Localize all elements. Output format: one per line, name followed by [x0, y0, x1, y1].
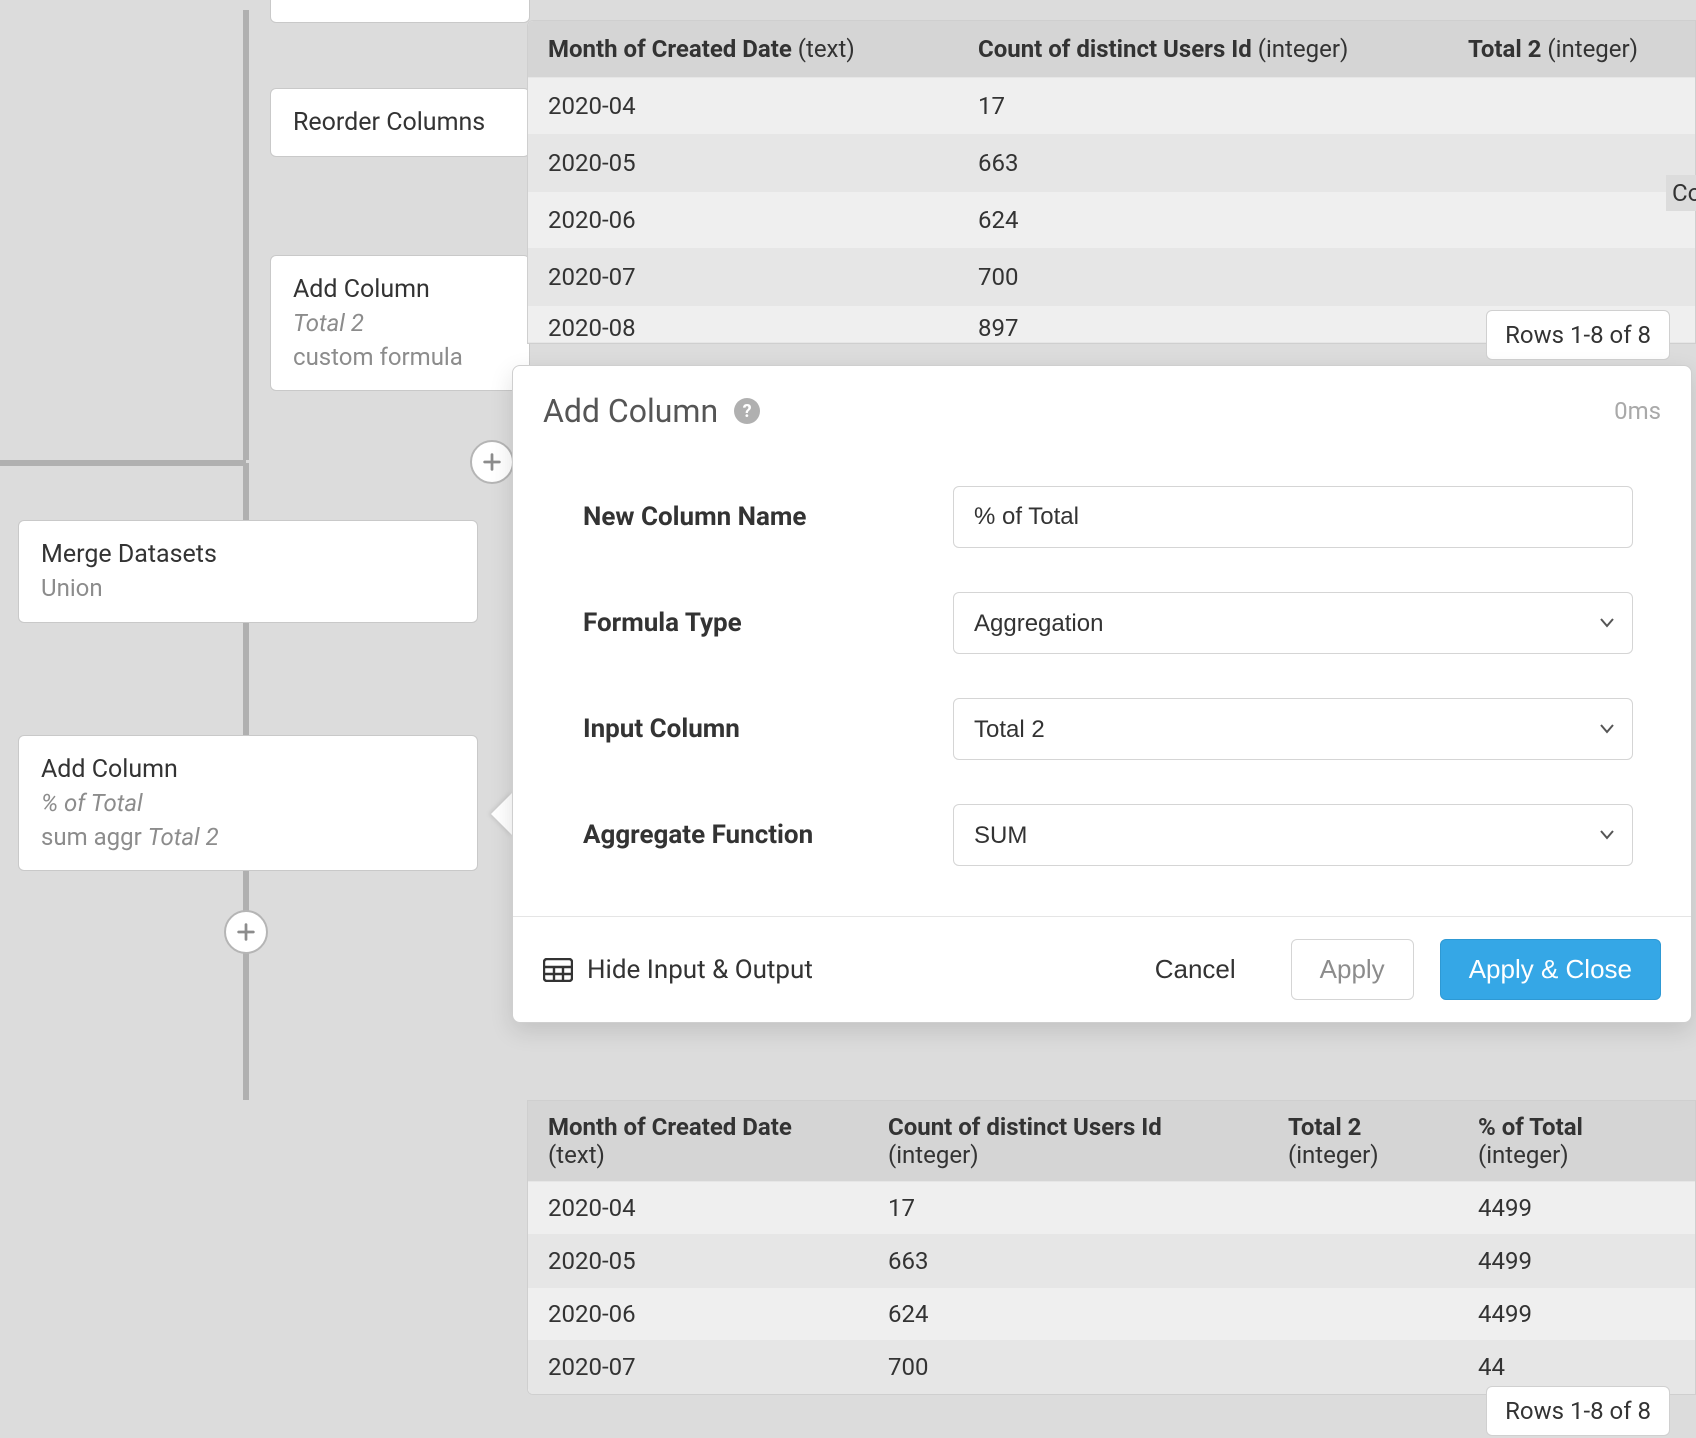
column-header[interactable]: Month of Created Date (text) — [528, 1101, 868, 1182]
label-new-column-name: New Column Name — [583, 502, 953, 532]
add-step-button[interactable] — [470, 440, 514, 484]
column-header[interactable]: % of Total (integer) — [1458, 1101, 1695, 1182]
formula-type-select[interactable]: Aggregation — [953, 592, 1633, 654]
aggregate-function-select[interactable]: SUM — [953, 804, 1633, 866]
cancel-button[interactable]: Cancel — [1126, 939, 1265, 1000]
apply-button[interactable]: Apply — [1291, 939, 1414, 1000]
node-subtitle: Total 2 — [293, 307, 507, 341]
input-column-select[interactable]: Total 2 — [953, 698, 1633, 760]
rows-count-badge: Rows 1-8 of 8 — [1486, 310, 1670, 360]
node-add-column-total2[interactable]: Add Column Total 2 custom formula — [270, 255, 530, 391]
label-formula-type: Formula Type — [583, 608, 953, 638]
panel-title: Add Column — [543, 392, 718, 430]
node-subtitle2: sum aggr Total 2 — [41, 821, 455, 855]
apply-close-button[interactable]: Apply & Close — [1440, 939, 1661, 1000]
node-partial-top[interactable] — [270, 0, 530, 23]
column-header[interactable]: Total 2 (integer) — [1268, 1101, 1458, 1182]
node-title: Add Column — [41, 752, 455, 787]
table-row: 2020-05 663 4499 — [528, 1235, 1695, 1288]
label-input-column: Input Column — [583, 714, 953, 744]
node-merge-datasets[interactable]: Merge Datasets Union — [18, 520, 478, 623]
table-row: 2020-06 624 4499 — [528, 1288, 1695, 1341]
add-column-panel: Add Column ? 0ms New Column Name Formula… — [512, 365, 1692, 1023]
output-preview-table: Month of Created Date (text) Count of di… — [527, 1100, 1696, 1395]
node-reorder-columns[interactable]: Reorder Columns — [270, 88, 530, 157]
node-title: Add Column — [293, 272, 507, 307]
table-row: 2020-04 17 4499 — [528, 1182, 1695, 1235]
node-subtitle2: Union — [41, 572, 455, 606]
column-header[interactable]: Total 2 (integer) — [1448, 21, 1695, 78]
table-row: 2020-06 624 — [528, 192, 1695, 249]
node-title: Merge Datasets — [41, 537, 455, 572]
table-row: 2020-04 17 — [528, 78, 1695, 135]
label-aggregate-function: Aggregate Function — [583, 820, 953, 850]
node-add-column-pct[interactable]: Add Column % of Total sum aggr Total 2 — [18, 735, 478, 871]
add-step-button[interactable] — [224, 910, 268, 954]
panel-pointer — [491, 792, 513, 836]
node-title: Reorder Columns — [293, 105, 507, 140]
table-icon — [543, 958, 573, 982]
new-column-name-input[interactable] — [953, 486, 1633, 548]
help-icon[interactable]: ? — [734, 398, 760, 424]
input-preview-table: Month of Created Date (text) Count of di… — [527, 20, 1696, 344]
hide-io-toggle[interactable]: Hide Input & Output — [543, 955, 813, 985]
node-subtitle2: custom formula — [293, 341, 507, 375]
column-header[interactable]: Count of distinct Users Id (integer) — [868, 1101, 1268, 1182]
column-header[interactable]: Month of Created Date (text) — [528, 21, 958, 78]
panel-timing: 0ms — [1614, 397, 1661, 425]
column-header[interactable]: Count of distinct Users Id (integer) — [958, 21, 1448, 78]
truncated-text: Co — [1666, 175, 1696, 211]
table-row: 2020-05 663 — [528, 135, 1695, 192]
rows-count-badge: Rows 1-8 of 8 — [1486, 1386, 1670, 1436]
table-row: 2020-07 700 — [528, 249, 1695, 306]
node-subtitle: % of Total — [41, 787, 455, 821]
